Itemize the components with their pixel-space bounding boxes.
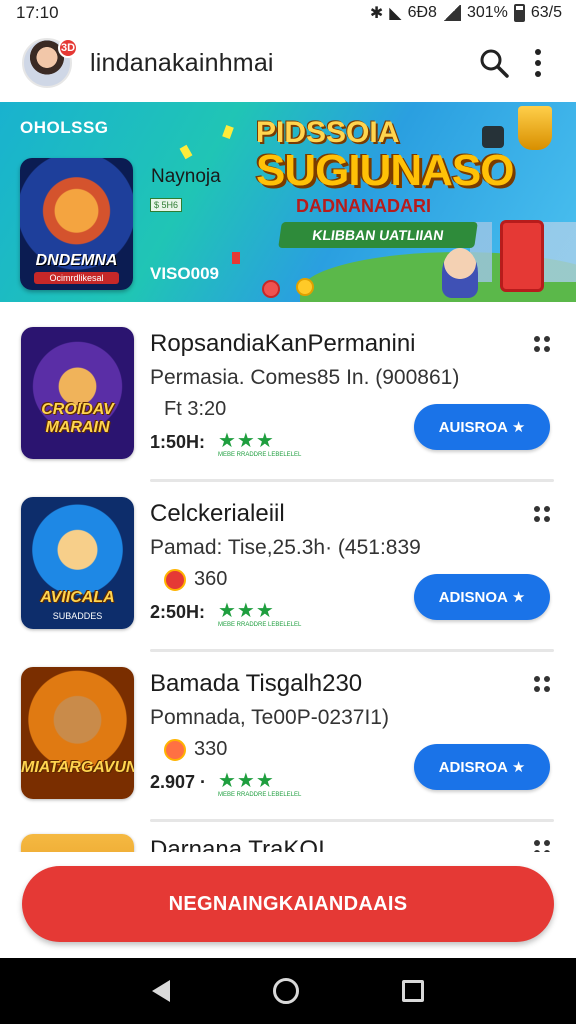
game-thumbnail[interactable]: CROIDAV MARAIN — [21, 327, 134, 459]
primary-cta-button[interactable]: NEGNAINGKAIANDAAIS — [22, 866, 554, 942]
more-options-icon[interactable] — [534, 336, 550, 352]
promo-ribbon: KLIBBAN UATLIIAN — [278, 222, 478, 248]
overflow-menu-button[interactable] — [516, 41, 560, 85]
avatar-badge: 3D — [58, 38, 78, 58]
confetti-icon — [179, 144, 193, 160]
recent-apps-icon[interactable] — [402, 980, 425, 1002]
signal-icon — [442, 5, 461, 21]
avatar[interactable]: 3D — [22, 38, 78, 88]
tablet-icon — [482, 126, 504, 148]
banner-app-name: Naynoja — [151, 166, 221, 187]
meta-text: 330 — [194, 738, 228, 760]
status-clock2: 63/5 — [530, 4, 562, 21]
list-item[interactable]: Darnana TraKOI — [0, 822, 576, 852]
install-label: AUISROA — [438, 418, 508, 436]
promo-banner[interactable]: OHOLSSG DNDEMNA Ocimrdlikesal Naynoja $ … — [0, 102, 576, 302]
wifi-icon: ◣ — [389, 5, 402, 22]
star-icon: ★ — [511, 589, 526, 606]
game-title: RopsandiaKanPermanini — [150, 330, 416, 357]
more-options-icon[interactable] — [534, 676, 550, 692]
promo-title-line1: PIDSSOIA — [256, 116, 400, 149]
rating-caption: MEBE RRADDRE LEBELELEL — [218, 792, 302, 798]
list-item[interactable]: AVIICALA SUBADDES Celckerialeiil Pamad: … — [0, 482, 576, 652]
game-subtitle: Permasia. Comes85 In. (900861) — [150, 366, 460, 389]
install-label: ADISROA — [438, 758, 508, 776]
meta-text: Ft 3:20 — [164, 398, 227, 420]
ball-icon — [262, 280, 280, 298]
game-subtitle: Pamad: Tise,25.3h· (451:839 — [150, 536, 421, 559]
rating-caption: MEBE RRADDRE LEBELELEL — [218, 622, 302, 628]
rating-caption: MEBE RRADDRE LEBELELEL — [218, 452, 302, 458]
star-rating: ★★★ — [218, 600, 275, 622]
page-title: lindanakainhmai — [90, 48, 274, 77]
more-options-icon[interactable] — [534, 840, 550, 852]
back-icon[interactable] — [151, 980, 170, 1002]
search-icon — [480, 49, 509, 78]
game-meta: 330 — [164, 738, 227, 761]
star-rating: ★★★ — [218, 430, 275, 452]
game-meta: Ft 3:20 — [164, 398, 226, 421]
meta-text: 360 — [194, 568, 228, 590]
status-time: 17:10 — [16, 3, 59, 22]
thumb-caption: MIATARGAVUNG — [21, 759, 134, 776]
list-item[interactable]: CROIDAV MARAIN RopsandiaKanPermanini Per… — [0, 312, 576, 482]
thumb-caption: CROIDAV MARAIN — [41, 401, 114, 436]
banner-thumb-caption: DNDEMNA — [35, 252, 118, 269]
system-nav-bar — [0, 958, 576, 1024]
promo-subtitle: DADNANADARI — [296, 196, 431, 216]
game-title: Celckerialeiil — [150, 500, 285, 527]
game-thumbnail[interactable]: AVIICALA SUBADDES — [21, 497, 134, 629]
game-time: 2.907 · — [150, 772, 207, 792]
banner-label: OHOLSSG — [20, 118, 109, 137]
game-subtitle: Pomnada, Te00P-0237I1) — [150, 706, 389, 729]
thumb-subcaption: SUBADDES — [52, 611, 103, 621]
star-icon: ★ — [511, 419, 526, 436]
confetti-icon — [232, 252, 240, 264]
install-button[interactable]: ADISROA ★ — [414, 744, 550, 790]
status-bar: 17:10 ✱ ◣ 6Ð8 301% 63/5 — [0, 0, 576, 26]
banner-game-thumbnail[interactable]: DNDEMNA Ocimrdlikesal — [20, 158, 133, 290]
game-title: Bamada Tisgalh230 — [150, 670, 363, 697]
cta-container: NEGNAINGKAIANDAAIS — [0, 852, 576, 958]
more-vert-icon — [535, 49, 541, 77]
status-indicators: ✱ ◣ 6Ð8 301% 63/5 — [370, 3, 562, 23]
battery-icon — [513, 4, 525, 22]
app-header: 3D lindanakainhmai — [0, 30, 576, 96]
game-time: 1:50H: — [150, 432, 206, 452]
coin-icon — [164, 568, 186, 591]
game-thumbnail[interactable]: MIATARGAVUNG — [21, 667, 134, 799]
thumb-caption: AVIICALA — [40, 589, 115, 606]
home-icon[interactable] — [272, 978, 299, 1004]
list-item[interactable]: MIATARGAVUNG Bamada Tisgalh230 Pomnada, … — [0, 652, 576, 822]
banner-tag: $ 5H6 — [150, 198, 183, 212]
install-label: ADISNOA — [438, 588, 508, 606]
star-rating: ★★★ — [218, 770, 275, 792]
game-meta: 360 — [164, 568, 227, 591]
bluetooth-icon: ✱ — [369, 5, 384, 22]
search-button[interactable] — [472, 41, 516, 85]
star-icon: ★ — [511, 759, 526, 776]
game-title: Darnana TraKOI — [150, 836, 325, 852]
vending-machine-icon — [500, 220, 544, 292]
game-list: CROIDAV MARAIN RopsandiaKanPermanini Per… — [0, 312, 576, 852]
game-thumbnail[interactable] — [21, 834, 134, 852]
battery-percent: 301% — [466, 4, 508, 21]
game-time: 2:50H: — [150, 602, 206, 622]
confetti-icon — [222, 124, 234, 140]
banner-code: VISO009 — [150, 264, 219, 283]
shield-icon — [164, 738, 186, 761]
mascot-icon — [442, 248, 478, 298]
install-button[interactable]: ADISNOA ★ — [414, 574, 550, 620]
network-label: 6Ð8 — [407, 4, 437, 21]
more-options-icon[interactable] — [534, 506, 550, 522]
promo-title-line2: SUGIUNASO — [256, 146, 514, 195]
banner-thumb-subcaption: Ocimrdlikesal — [34, 272, 119, 284]
install-button[interactable]: AUISROA ★ — [414, 404, 550, 450]
trophy-icon — [518, 106, 552, 150]
coin-icon — [296, 278, 314, 296]
